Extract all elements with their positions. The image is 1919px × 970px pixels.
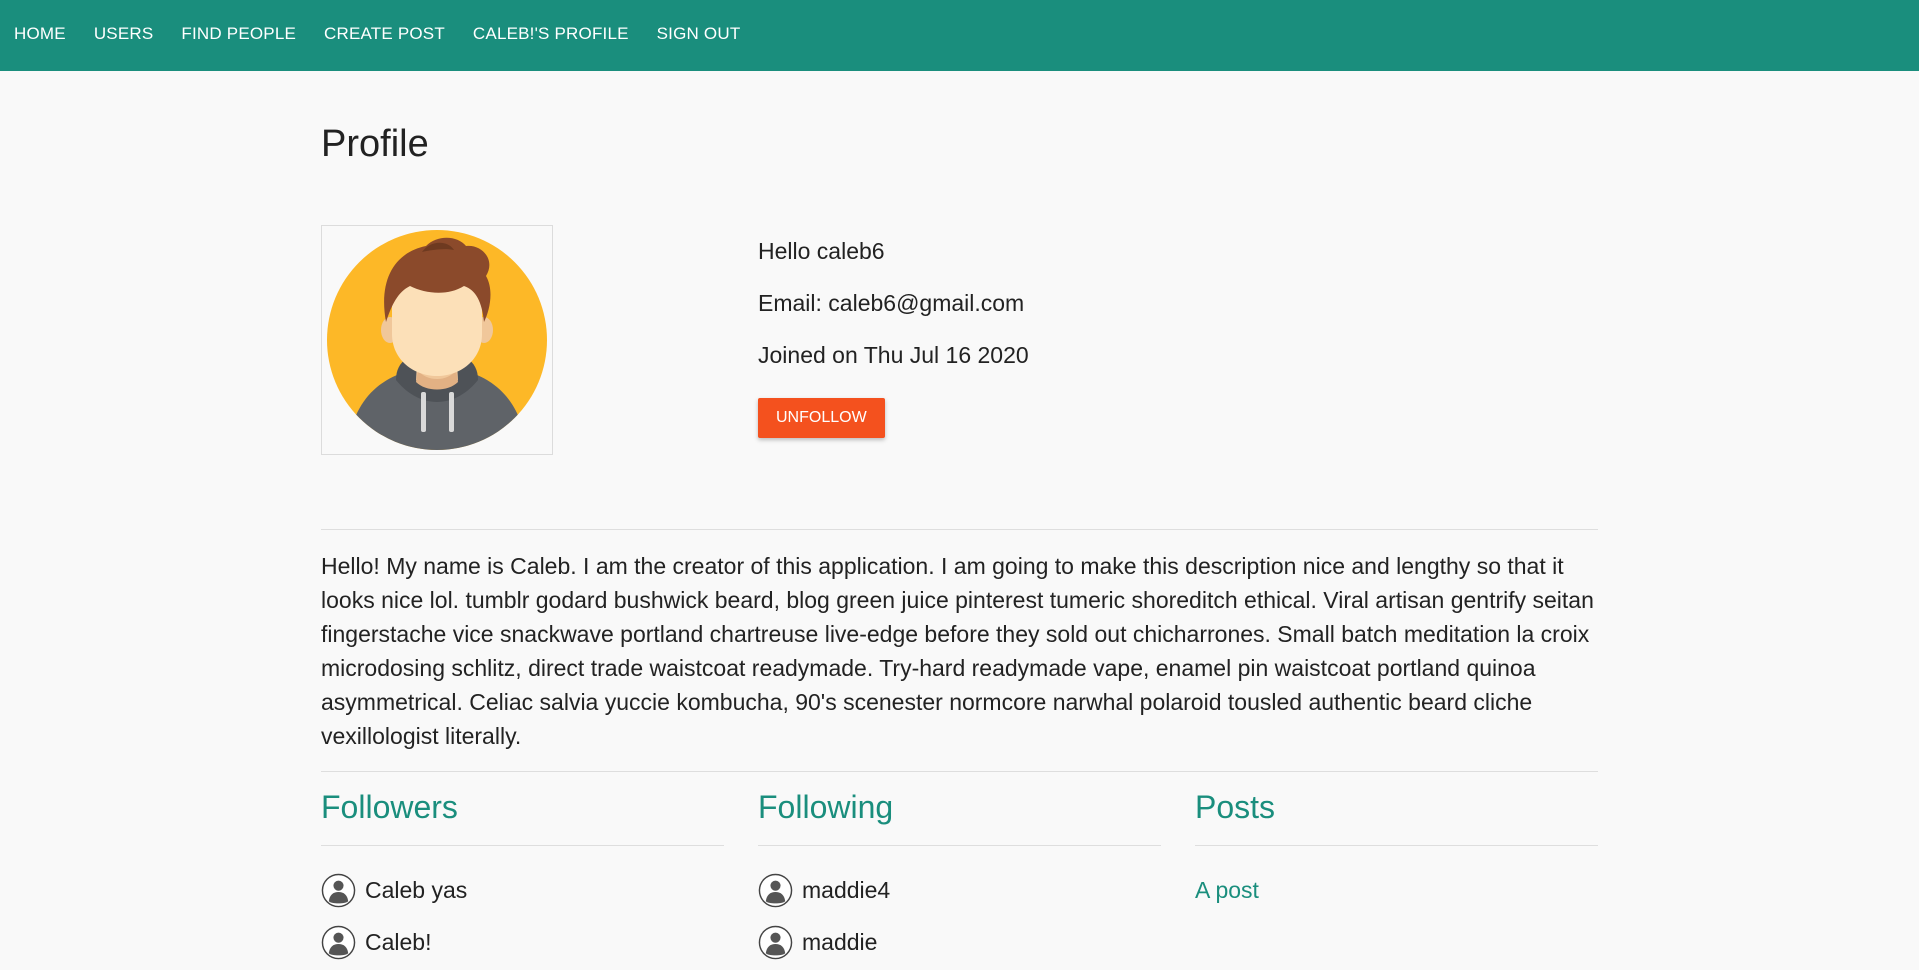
- top-navbar: HOME USERS FIND PEOPLE CREATE POST CALEB…: [0, 0, 1919, 71]
- followers-divider: [321, 845, 724, 846]
- user-avatar-icon: [321, 925, 356, 959]
- nav-sign-out[interactable]: SIGN OUT: [657, 24, 741, 44]
- nav-find-people[interactable]: FIND PEOPLE: [181, 24, 296, 44]
- user-avatar-icon: [758, 925, 793, 959]
- following-item[interactable]: maddie4: [758, 864, 1161, 916]
- follower-name: Caleb!: [365, 928, 432, 955]
- avatar-image: [327, 230, 547, 450]
- following-name: maddie4: [802, 876, 891, 903]
- following-title: Following: [758, 789, 894, 825]
- nav-create-post[interactable]: CREATE POST: [324, 24, 445, 44]
- nav-my-profile[interactable]: CALEB!'S PROFILE: [473, 24, 629, 44]
- divider-top: [321, 529, 1598, 530]
- joined-text: Joined on Thu Jul 16 2020: [758, 342, 1029, 368]
- unfollow-button[interactable]: UNFOLLOW: [758, 398, 885, 438]
- user-avatar-icon: [321, 873, 356, 907]
- posts-title: Posts: [1195, 789, 1276, 825]
- email-text: Email: caleb6@gmail.com: [758, 290, 1025, 316]
- following-divider: [758, 845, 1161, 846]
- following-name: maddie: [802, 928, 878, 955]
- about-text: Hello! My name is Caleb. I am the creato…: [321, 553, 1594, 749]
- followers-section: Followers Caleb yas Caleb!: [321, 787, 724, 968]
- following-section: Following maddie4 maddie: [758, 787, 1161, 968]
- followers-title: Followers: [321, 789, 458, 825]
- nav-home[interactable]: HOME: [14, 24, 66, 44]
- user-avatar-icon: [758, 873, 793, 907]
- follower-item[interactable]: Caleb!: [321, 916, 724, 968]
- nav-users[interactable]: USERS: [94, 24, 154, 44]
- posts-divider: [1195, 845, 1598, 846]
- avatar: [321, 225, 553, 455]
- follower-name: Caleb yas: [365, 876, 468, 903]
- profile-info: Hello caleb6 Email: caleb6@gmail.com Joi…: [758, 236, 1029, 438]
- greeting-text: Hello caleb6: [758, 238, 885, 264]
- posts-section: Posts A post: [1195, 787, 1598, 916]
- following-item[interactable]: maddie: [758, 916, 1161, 968]
- follower-item[interactable]: Caleb yas: [321, 864, 724, 916]
- page-title: Profile: [321, 123, 429, 165]
- divider-bottom: [321, 771, 1598, 772]
- post-link[interactable]: A post: [1195, 864, 1598, 916]
